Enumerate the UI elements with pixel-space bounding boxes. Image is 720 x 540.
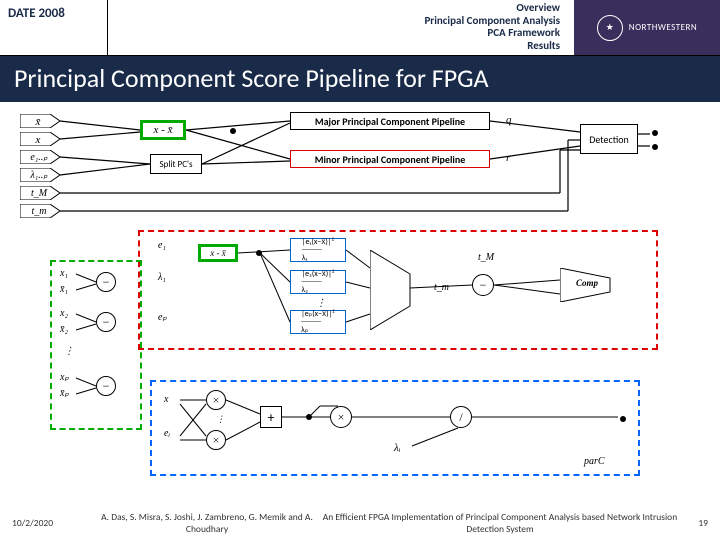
footer-page-number: 19 — [678, 517, 708, 529]
footer-paper-title: An Efficient FPGA Implementation of Prin… — [322, 511, 678, 535]
slide-footer: 10/2/2020 A. Das, S. Misra, S. Joshi, J.… — [0, 506, 720, 540]
nav-item: Overview — [516, 2, 560, 15]
conference-tag: DATE 2008 — [0, 0, 108, 55]
footer-date: 10/2/2020 — [12, 517, 92, 529]
slide-title: Principal Component Score Pipeline for F… — [0, 56, 720, 102]
brand-text: NORTHWESTERN — [629, 23, 697, 32]
slide-header: DATE 2008 Overview Principal Component A… — [0, 0, 720, 56]
nav-item: Results — [527, 40, 560, 53]
brand-logo: ★ NORTHWESTERN — [574, 0, 720, 55]
footer-authors: A. Das, S. Misra, S. Joshi, J. Zambreno,… — [92, 511, 322, 535]
university-seal-icon: ★ — [597, 15, 623, 41]
pipeline-diagram: x̄ x e₁..ₚ λ₁..ₚ t_M t_m x - x̄ Split PC… — [20, 110, 700, 490]
wire-layer-2 — [20, 110, 700, 490]
nav-breadcrumb: Overview Principal Component Analysis PC… — [108, 0, 574, 55]
